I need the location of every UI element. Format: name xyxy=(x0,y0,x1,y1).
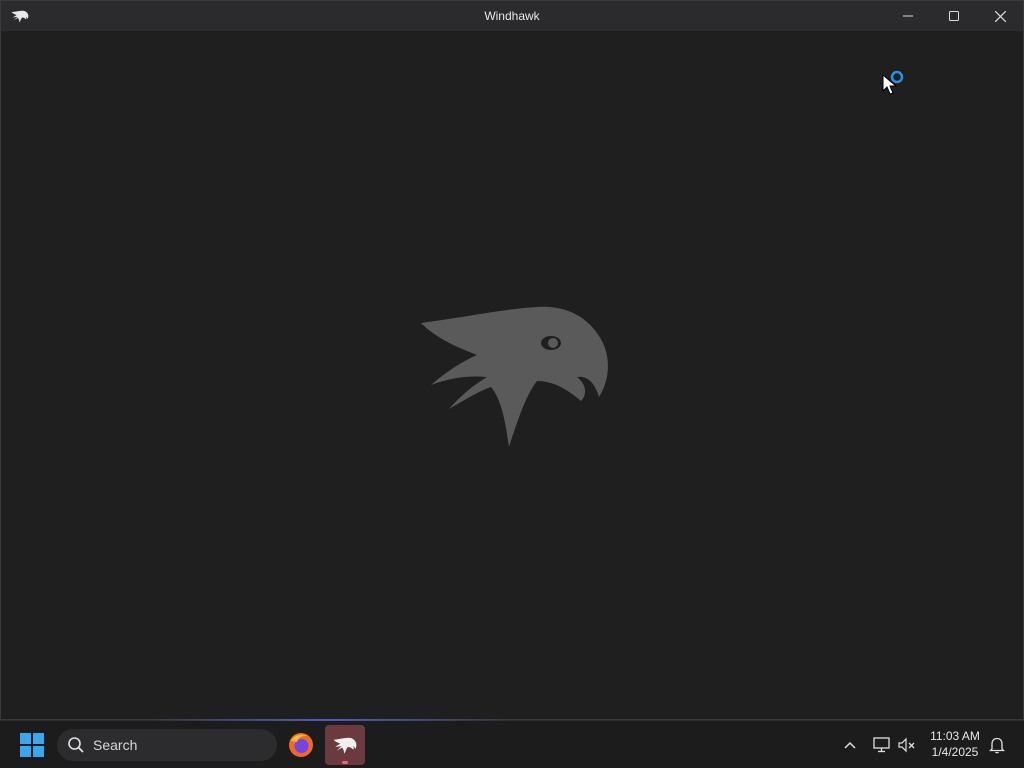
chevron-up-icon xyxy=(844,741,856,749)
window-title: Windhawk xyxy=(484,9,540,23)
clock-time: 11:03 AM xyxy=(930,729,980,743)
close-button[interactable] xyxy=(977,1,1023,31)
windhawk-eagle-icon xyxy=(333,737,357,754)
bell-icon xyxy=(989,737,1005,754)
firefox-icon xyxy=(289,733,313,757)
maximize-icon xyxy=(949,11,959,21)
taskbar-app-firefox[interactable] xyxy=(281,725,321,765)
windhawk-window: Windhawk xyxy=(0,0,1024,720)
show-hidden-icons-button[interactable] xyxy=(838,733,862,757)
taskbar-search[interactable]: Search xyxy=(57,729,277,761)
search-placeholder: Search xyxy=(93,737,138,753)
minimize-icon xyxy=(903,15,913,17)
network-icon xyxy=(873,737,890,753)
clock-date: 1/4/2025 xyxy=(931,745,979,759)
title-bar[interactable]: Windhawk xyxy=(1,1,1023,31)
windhawk-eagle-logo xyxy=(421,306,608,447)
windows-logo-icon xyxy=(20,733,44,757)
taskbar-clock[interactable]: 11:03 AM 1/4/2025 xyxy=(922,728,988,760)
notifications-button[interactable] xyxy=(985,733,1009,757)
active-indicator xyxy=(342,761,348,764)
taskbar: Search 11:03 AM 1/4/2025 xyxy=(0,719,1024,768)
volume-button[interactable] xyxy=(895,733,919,757)
minimize-button[interactable] xyxy=(885,1,931,31)
taskbar-app-windhawk[interactable] xyxy=(325,725,365,765)
start-button[interactable] xyxy=(16,729,48,761)
close-icon xyxy=(994,10,1006,22)
search-icon xyxy=(68,737,84,753)
busy-cursor xyxy=(882,70,904,95)
volume-muted-icon xyxy=(898,737,915,753)
taskbar-glow xyxy=(150,719,510,721)
network-button[interactable] xyxy=(870,733,894,757)
maximize-button[interactable] xyxy=(931,1,977,31)
